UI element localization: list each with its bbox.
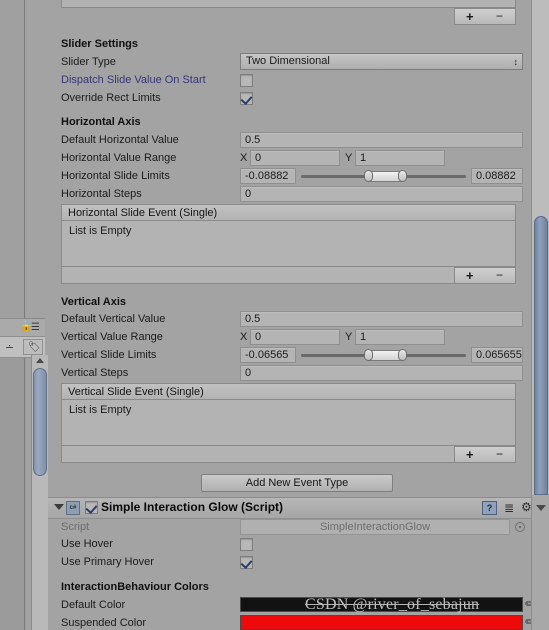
vertical-slide-limit-max-input[interactable]: 0.065655 [471,347,523,363]
script-label: Script [61,521,90,533]
horizontal-steps-label: Horizontal Steps [61,188,142,200]
add-element-icon[interactable]: + [466,9,474,24]
previous-event-list-box [61,0,516,8]
vertical-axis-header: Vertical Axis [61,296,127,308]
horizontal-range-x-input[interactable]: 0 [250,150,340,166]
vertical-event-add-remove[interactable]: + − [454,446,516,463]
vertical-event-empty-text: List is Empty [69,404,132,416]
component-title: Simple Interaction Glow (Script) [101,500,284,514]
add-element-icon[interactable]: + [466,268,474,283]
dispatch-on-start-checkbox[interactable] [240,74,253,87]
horizontal-slide-event-title[interactable]: Horizontal Slide Event (Single) [61,204,516,221]
vertical-range-x-input[interactable]: 0 [250,329,340,345]
horizontal-event-add-remove[interactable]: + − [454,267,516,284]
suspended-color-swatch[interactable] [240,615,523,630]
csharp-script-icon: c# [66,501,80,515]
use-primary-hover-label: Use Primary Hover [61,556,154,568]
remove-element-icon[interactable]: − [496,9,503,24]
tag-icon: 🏷 [28,342,41,353]
vertical-minmax-slider-range[interactable] [368,350,402,361]
horizontal-range-y-input[interactable]: 1 [355,150,445,166]
horizontal-slide-event-body: List is Empty [61,221,516,267]
vertical-steps-label: Vertical Steps [61,367,129,379]
share-node-icon[interactable]: ∸ [5,343,14,354]
vertical-value-range-label: Vertical Value Range [61,331,163,343]
horizontal-range-y-label: Y [345,152,353,164]
horizontal-range-x-label: X [240,152,248,164]
dispatch-on-start-row: Dispatch Slide Value On Start [48,71,531,89]
horizontal-minmax-slider-min-handle[interactable] [364,170,373,182]
panel-divider [24,0,25,630]
use-hover-row: Use Hover [48,535,531,553]
horizontal-slide-limit-max-input[interactable]: 0.08882 [471,168,523,184]
scroll-up-arrow-icon[interactable] [36,358,44,363]
script-object-field[interactable]: SimpleInteractionGlow [240,519,510,535]
horizontal-minmax-slider-range[interactable] [368,171,402,182]
unity-inspector-window: 🔒 ☰ ∸ 🏷 + − Slider Settings Slider Type … [0,0,549,630]
inspector-content: + − Slider Settings Slider Type Two Dime… [48,0,535,630]
horizontal-event-empty-text: List is Empty [69,225,132,237]
suspended-color-label: Suspended Color [61,617,147,629]
remove-element-icon[interactable]: − [496,447,503,462]
slider-type-label: Slider Type [61,56,116,68]
horizontal-minmax-slider-max-handle[interactable] [398,170,407,182]
vertical-slide-event-body: List is Empty [61,400,516,446]
horizontal-axis-header: Horizontal Axis [61,116,141,128]
default-vertical-value-input[interactable]: 0.5 [240,311,523,327]
vertical-range-y-input[interactable]: 1 [355,329,445,345]
add-new-event-type-button[interactable]: Add New Event Type [201,474,393,492]
horizontal-slide-limits-label: Horizontal Slide Limits [61,170,170,182]
help-icon[interactable]: ? [482,501,497,515]
scroll-down-arrow-icon[interactable] [536,505,546,511]
left-scrollbar-thumb[interactable] [33,368,47,476]
vertical-range-x-label: X [240,331,248,343]
left-panel-strip-upper [0,0,26,318]
use-primary-hover-row: Use Primary Hover [48,553,531,571]
previous-event-list-add-remove[interactable]: + − [454,8,516,25]
inspector-scrollbar[interactable] [531,0,549,495]
simple-interaction-glow-header[interactable]: c# Simple Interaction Glow (Script) ? ≣ … [48,497,532,519]
default-horizontal-value-input[interactable]: 0.5 [240,132,523,148]
override-rect-limits-label: Override Rect Limits [61,92,161,104]
horizontal-slide-event-footer [61,267,516,284]
slider-type-dropdown[interactable]: Two Dimensional ↕ [240,53,523,70]
vertical-steps-input[interactable]: 0 [240,365,523,381]
inspector-scrollbar-thumb[interactable] [534,216,548,495]
default-color-label: Default Color [61,599,126,611]
use-hover-label: Use Hover [61,538,113,550]
object-picker-icon[interactable] [515,522,525,532]
vertical-minmax-slider-min-handle[interactable] [364,349,373,361]
menu-lines-icon[interactable]: ☰ [31,323,40,333]
horizontal-slide-limit-min-input[interactable]: -0.08882 [240,168,296,184]
horizontal-steps-input[interactable]: 0 [240,186,523,202]
override-rect-limits-row: Override Rect Limits [48,89,531,107]
vertical-range-y-label: Y [345,331,353,343]
vertical-slide-limits-label: Vertical Slide Limits [61,349,157,361]
component-enabled-checkbox[interactable] [85,501,98,514]
slider-type-value: Two Dimensional [246,55,330,67]
watermark: CSDN @river_of_sebajun [305,596,480,613]
inspector-scrollbar-lower[interactable] [531,495,549,630]
default-horizontal-value-label: Default Horizontal Value [61,134,179,146]
override-rect-limits-checkbox[interactable] [240,92,253,105]
use-primary-hover-checkbox[interactable] [240,556,253,569]
chevron-updown-icon: ↕ [513,57,519,67]
left-panel-toolbar: 🔒 ☰ [0,318,45,337]
slider-settings-header: Slider Settings [61,38,139,50]
vertical-slide-event-footer [61,446,516,463]
add-element-icon[interactable]: + [466,447,474,462]
preset-icon[interactable]: ≣ [504,502,514,514]
dispatch-on-start-label: Dispatch Slide Value On Start [61,74,206,86]
tag-tab-button[interactable]: 🏷 [23,339,43,355]
default-vertical-value-label: Default Vertical Value [61,313,166,325]
interaction-behaviour-colors-header: InteractionBehaviour Colors [61,581,209,593]
remove-element-icon[interactable]: − [496,268,503,283]
use-hover-checkbox[interactable] [240,538,253,551]
horizontal-value-range-label: Horizontal Value Range [61,152,177,164]
vertical-slide-event-title[interactable]: Vertical Slide Event (Single) [61,383,516,400]
vertical-slide-limit-min-input[interactable]: -0.06565 [240,347,296,363]
foldout-arrow-icon[interactable] [54,504,64,510]
vertical-minmax-slider-max-handle[interactable] [398,349,407,361]
